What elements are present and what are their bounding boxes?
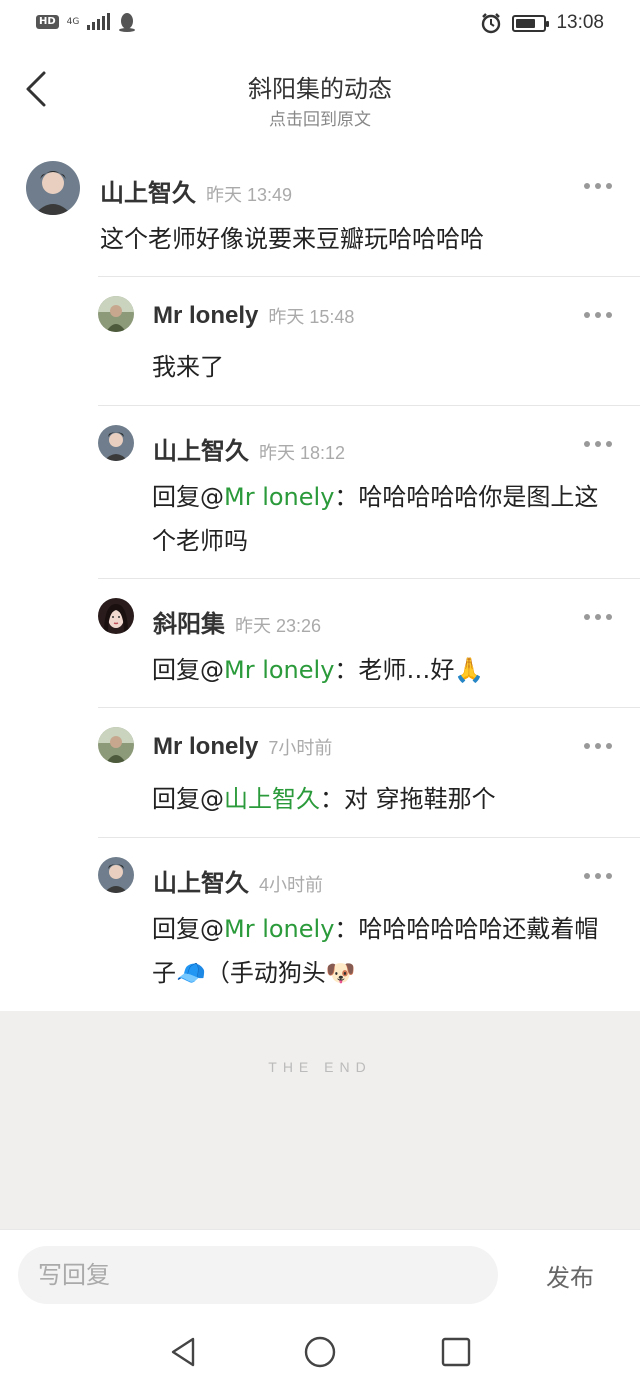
reply-item: Mr lonely 昨天 15:48 我来了 bbox=[0, 278, 640, 406]
reply-item: 山上智久 昨天 18:12 回复@Mr lonely：哈哈哈哈哈你是图上这个老师… bbox=[0, 407, 640, 579]
reply-prefix: 回复@ bbox=[152, 656, 224, 684]
author-name[interactable]: Mr lonely bbox=[153, 733, 258, 761]
reply-meta: Mr lonely 昨天 15:48 bbox=[153, 302, 354, 330]
more-options-button[interactable] bbox=[584, 181, 612, 191]
back-to-original-link[interactable]: 点击回到原文 bbox=[0, 105, 640, 130]
nav-back-button[interactable] bbox=[166, 1335, 200, 1369]
timestamp: 昨天 13:49 bbox=[206, 185, 293, 205]
avatar[interactable] bbox=[26, 161, 80, 215]
reply-text: 我来了 bbox=[152, 345, 224, 389]
author-name[interactable]: 斜阳集 bbox=[153, 604, 225, 639]
clock: 13:08 bbox=[556, 12, 604, 33]
reply-item: 斜阳集 昨天 23:26 回复@Mr lonely：老师…好🙏 bbox=[0, 580, 640, 707]
reply-body: 我来了 bbox=[152, 353, 224, 381]
status-bar: HD 4G 13:08 bbox=[0, 0, 640, 50]
reply-separator: ： bbox=[320, 785, 344, 813]
divider bbox=[98, 707, 640, 708]
network-type-icon: 4G bbox=[66, 16, 80, 27]
mention-link[interactable]: Mr lonely bbox=[224, 656, 334, 684]
avatar-image bbox=[98, 857, 134, 893]
timestamp: 4小时前 bbox=[259, 875, 324, 895]
page-title: 斜阳集的动态 bbox=[248, 75, 392, 103]
mention-link[interactable]: Mr lonely bbox=[224, 483, 334, 511]
reply-prefix: 回复@ bbox=[152, 915, 224, 943]
reply-composer: 发布 bbox=[0, 1229, 640, 1317]
mention-link[interactable]: Mr lonely bbox=[224, 915, 334, 943]
reply-prefix: 回复@ bbox=[152, 785, 224, 813]
avatar-image bbox=[98, 727, 134, 763]
avatar[interactable] bbox=[98, 425, 134, 461]
reply-text: 回复@山上智久：对 穿拖鞋那个 bbox=[152, 777, 622, 821]
avatar[interactable] bbox=[98, 727, 134, 763]
nav-home-button[interactable] bbox=[303, 1335, 337, 1369]
nav-recents-button[interactable] bbox=[439, 1335, 473, 1369]
avatar-image bbox=[98, 425, 134, 461]
divider bbox=[98, 578, 640, 579]
more-options-button[interactable] bbox=[584, 310, 612, 320]
reply-separator: ： bbox=[334, 483, 359, 511]
avatar-image bbox=[26, 161, 80, 215]
comment-meta: 山上智久 昨天 13:49 bbox=[100, 173, 292, 208]
author-name[interactable]: 山上智久 bbox=[153, 863, 249, 898]
timestamp: 昨天 23:26 bbox=[235, 616, 322, 636]
reply-prefix: 回复@ bbox=[152, 483, 224, 511]
reply-meta: 山上智久 4小时前 bbox=[153, 863, 323, 898]
comment-text: 这个老师好像说要来豆瓣玩哈哈哈哈 bbox=[100, 225, 484, 253]
hd-icon: HD bbox=[36, 15, 59, 29]
reply-text: 回复@Mr lonely：哈哈哈哈哈你是图上这个老师吗 bbox=[152, 475, 622, 563]
alarm-icon bbox=[482, 13, 501, 34]
status-right: 13:08 bbox=[480, 12, 604, 34]
divider bbox=[98, 405, 640, 406]
more-options-button[interactable] bbox=[584, 612, 612, 622]
avatar[interactable] bbox=[98, 857, 134, 893]
reply-meta: 山上智久 昨天 18:12 bbox=[153, 431, 345, 466]
author-name[interactable]: 山上智久 bbox=[153, 431, 249, 466]
divider bbox=[98, 837, 640, 838]
mention-link[interactable]: 山上智久 bbox=[224, 785, 320, 813]
end-marker: THE END bbox=[268, 1059, 372, 1075]
reply-separator: ： bbox=[334, 656, 359, 684]
reply-text: 回复@Mr lonely：老师…好🙏 bbox=[152, 648, 622, 692]
timestamp: 昨天 15:48 bbox=[268, 307, 355, 327]
status-left: HD 4G bbox=[36, 12, 136, 32]
reply-body: 对 穿拖鞋那个 bbox=[344, 785, 496, 813]
avatar[interactable] bbox=[98, 296, 134, 332]
reply-item: Mr lonely 7小时前 回复@山上智久：对 穿拖鞋那个 bbox=[0, 709, 640, 837]
reply-body: 老师…好🙏 bbox=[358, 656, 485, 684]
triangle-back-icon bbox=[171, 1337, 195, 1367]
more-options-button[interactable] bbox=[584, 871, 612, 881]
publish-button[interactable]: 发布 bbox=[546, 1258, 594, 1293]
circle-home-icon bbox=[304, 1336, 336, 1368]
divider bbox=[98, 276, 640, 277]
more-options-button[interactable] bbox=[584, 741, 612, 751]
signal-icon bbox=[87, 13, 111, 30]
main-comment: 山上智久 昨天 13:49 这个老师好像说要来豆瓣玩哈哈哈哈 bbox=[0, 155, 640, 277]
more-options-button[interactable] bbox=[584, 439, 612, 449]
avatar-image bbox=[98, 296, 134, 332]
qq-icon bbox=[119, 13, 136, 32]
reply-separator: ： bbox=[334, 915, 359, 943]
reply-input[interactable] bbox=[18, 1246, 498, 1304]
system-nav-bar bbox=[0, 1317, 640, 1387]
author-name[interactable]: 山上智久 bbox=[100, 173, 196, 208]
header: 斜阳集的动态 点击回到原文 bbox=[0, 55, 640, 135]
square-recents-icon bbox=[441, 1337, 471, 1367]
avatar-image bbox=[98, 598, 134, 634]
reply-meta: 斜阳集 昨天 23:26 bbox=[153, 604, 321, 639]
author-name[interactable]: Mr lonely bbox=[153, 302, 258, 330]
reply-meta: Mr lonely 7小时前 bbox=[153, 733, 332, 761]
reply-text: 回复@Mr lonely：哈哈哈哈哈哈还戴着帽子🧢（手动狗头🐶 bbox=[152, 907, 622, 995]
timestamp: 7小时前 bbox=[268, 738, 333, 758]
end-section: THE END bbox=[0, 1011, 640, 1229]
timestamp: 昨天 18:12 bbox=[259, 443, 346, 463]
avatar[interactable] bbox=[98, 598, 134, 634]
battery-icon bbox=[512, 14, 550, 32]
reply-item: 山上智久 4小时前 回复@Mr lonely：哈哈哈哈哈哈还戴着帽子🧢（手动狗头… bbox=[0, 839, 640, 1011]
